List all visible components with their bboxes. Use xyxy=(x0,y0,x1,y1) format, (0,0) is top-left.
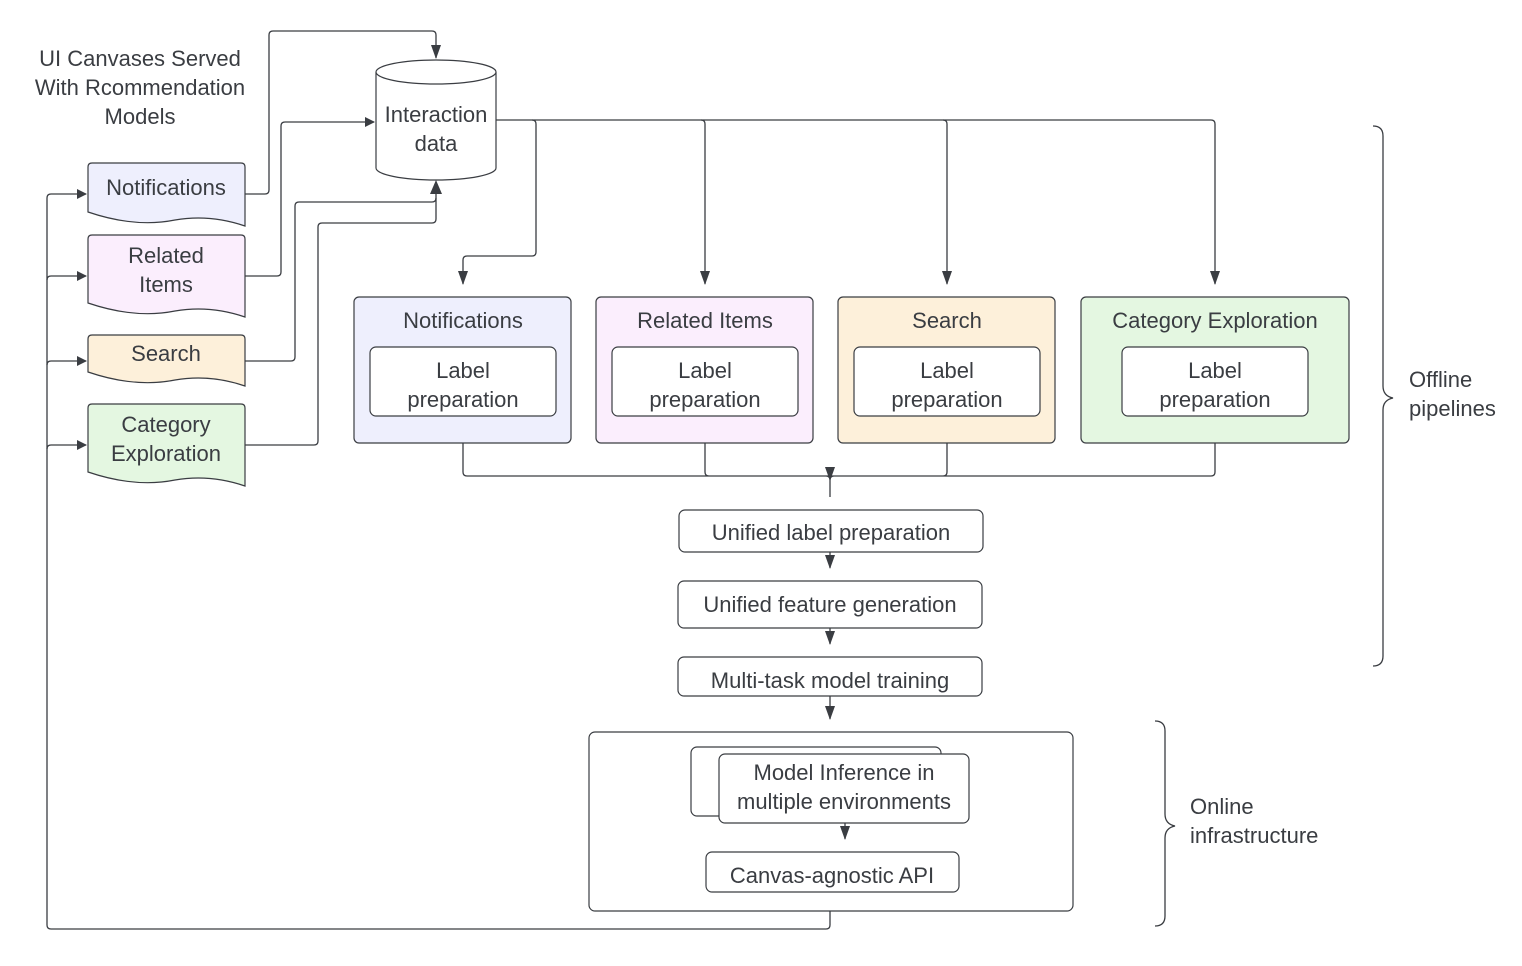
pipeline-notifications[interactable]: Notifications Label preparation xyxy=(353,296,572,444)
canvas-notifications-label: Notifications xyxy=(106,175,226,200)
connector-data-to-related xyxy=(700,119,710,285)
label-prep-line-1: Label xyxy=(920,358,974,383)
canvas-related-items-line-2: Items xyxy=(139,272,193,297)
model-inference-box[interactable]: Model Inference in multiple environments xyxy=(718,753,970,824)
title-note: UI Canvases Served With Rcommendation Mo… xyxy=(35,46,245,129)
label-prep-line-2: preparation xyxy=(407,387,518,412)
pipeline-related-title: Related Items xyxy=(637,308,773,333)
canvas-search-label: Search xyxy=(131,341,201,366)
pipeline-notifications-title: Notifications xyxy=(403,308,523,333)
canvas-agnostic-api-box[interactable]: Canvas-agnostic API xyxy=(705,851,960,893)
step-unified-feature-generation[interactable]: Unified feature generation xyxy=(677,580,983,629)
online-label-line-1: Online xyxy=(1190,794,1254,819)
offline-label-line-1: Offline xyxy=(1409,367,1472,392)
connector-data-to-search xyxy=(942,119,952,285)
label-prep-line-1: Label xyxy=(436,358,490,383)
offline-pipelines-bracket: Offline pipelines xyxy=(1372,125,1496,667)
connector-feedback-related xyxy=(46,271,87,281)
pipeline-related-items[interactable]: Related Items Label preparation xyxy=(595,296,814,444)
label-prep-line-1: Label xyxy=(1188,358,1242,383)
canvas-category-exploration[interactable]: Category Exploration xyxy=(87,403,246,487)
interaction-data-line-2: data xyxy=(415,131,459,156)
connector-feedback-category xyxy=(46,440,87,450)
step-label: Unified feature generation xyxy=(703,592,956,617)
label-prep-line-2: preparation xyxy=(891,387,1002,412)
label-prep-line-1: Label xyxy=(678,358,732,383)
online-infrastructure-bracket: Online infrastructure xyxy=(1154,720,1318,927)
label-prep-line-2: preparation xyxy=(1159,387,1270,412)
title-line-3: Models xyxy=(105,104,176,129)
inference-line-2: multiple environments xyxy=(737,789,951,814)
connector-data-trunk xyxy=(496,119,1220,285)
diagram-canvas: UI Canvases Served With Rcommendation Mo… xyxy=(35,30,1496,930)
pipeline-search[interactable]: Search Label preparation xyxy=(837,296,1056,444)
pipeline-category-title: Category Exploration xyxy=(1112,308,1317,333)
canvas-related-items-line-1: Related xyxy=(128,243,204,268)
connector-pipelines-merge xyxy=(462,443,1216,497)
online-label-line-2: infrastructure xyxy=(1190,823,1318,848)
step-unified-label-preparation[interactable]: Unified label preparation xyxy=(678,509,984,553)
step-label: Unified label preparation xyxy=(712,520,951,545)
interaction-data-store[interactable]: Interaction data xyxy=(375,59,497,181)
offline-label-line-2: pipelines xyxy=(1409,396,1496,421)
canvas-search[interactable]: Search xyxy=(87,334,246,387)
arrowhead-into-data-bottom xyxy=(430,180,442,194)
step-label: Multi-task model training xyxy=(711,668,949,693)
api-label: Canvas-agnostic API xyxy=(730,863,934,888)
step-multi-task-model-training[interactable]: Multi-task model training xyxy=(677,656,983,697)
pipeline-search-title: Search xyxy=(912,308,982,333)
label-prep-line-2: preparation xyxy=(649,387,760,412)
title-line-2: With Rcommendation xyxy=(35,75,245,100)
pipeline-category-exploration[interactable]: Category Exploration Label preparation xyxy=(1080,296,1350,444)
canvas-notifications[interactable]: Notifications xyxy=(87,162,246,227)
canvas-related-items[interactable]: Related Items xyxy=(87,234,246,318)
canvas-category-line-1: Category xyxy=(121,412,210,437)
canvas-category-line-2: Exploration xyxy=(111,441,221,466)
inference-line-1: Model Inference in xyxy=(754,760,935,785)
online-infrastructure-container: Model Inference in multiple environments… xyxy=(588,731,1074,912)
connector-feedback-search xyxy=(46,356,87,366)
connector-related-to-data xyxy=(245,117,375,277)
title-line-1: UI Canvases Served xyxy=(39,46,241,71)
interaction-data-line-1: Interaction xyxy=(385,102,488,127)
